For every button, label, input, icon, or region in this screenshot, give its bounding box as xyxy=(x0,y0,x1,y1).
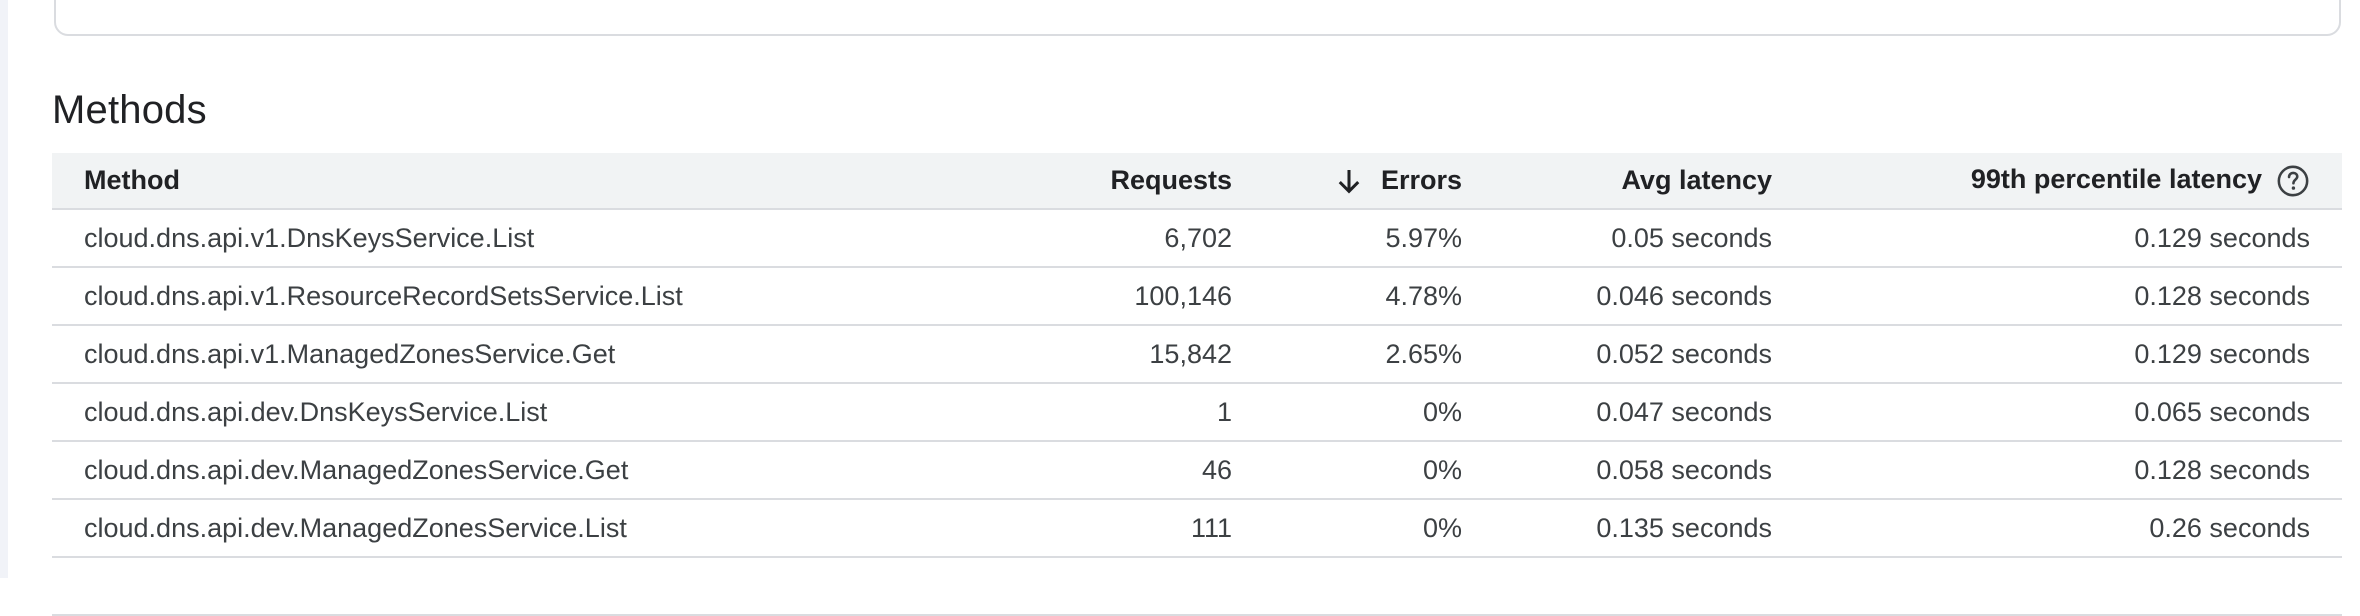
cell-avg-latency: 0.052 seconds xyxy=(1596,338,1772,369)
table-row[interactable]: cloud.dns.api.dev.ManagedZonesService.Li… xyxy=(52,499,2342,557)
cell-p99-latency: 0.129 seconds xyxy=(2134,338,2310,369)
table-header-row: Method Requests Errors Avg latency 99th … xyxy=(52,153,2342,209)
cell-p99-latency: 0.065 seconds xyxy=(2134,396,2310,427)
cell-p99-latency xyxy=(1772,557,2342,615)
cell-method: cloud.dns.api.v1.DnsKeysService.List xyxy=(84,222,535,253)
column-header-label: Method xyxy=(84,165,180,195)
cell-method: cloud.dns.api.v1.ResourceRecordSetsServi… xyxy=(84,280,683,311)
column-header-requests[interactable]: Requests xyxy=(812,153,1232,209)
cell-errors: 4.78% xyxy=(1385,280,1462,311)
left-rail xyxy=(0,0,8,578)
table-row-partial[interactable] xyxy=(52,557,2342,615)
column-header-p99-latency[interactable]: 99th percentile latency xyxy=(1772,153,2342,209)
previous-card xyxy=(54,0,2341,36)
section-title: Methods xyxy=(52,88,207,132)
arrow-down-icon xyxy=(1338,169,1360,194)
table-row[interactable]: cloud.dns.api.v1.ResourceRecordSetsServi… xyxy=(52,267,2342,325)
cell-avg-latency: 0.05 seconds xyxy=(1611,222,1772,253)
cell-avg-latency: 0.135 seconds xyxy=(1596,512,1772,543)
cell-avg-latency xyxy=(1462,557,1772,615)
cell-avg-latency: 0.047 seconds xyxy=(1596,396,1772,427)
cell-requests: 46 xyxy=(1201,454,1232,485)
cell-errors: 5.97% xyxy=(1385,222,1462,253)
cell-requests: 100,146 xyxy=(1134,280,1232,311)
table-row[interactable]: cloud.dns.api.v1.DnsKeysService.List 6,7… xyxy=(52,209,2342,267)
help-circle-icon[interactable] xyxy=(2276,164,2310,198)
cell-method: cloud.dns.api.v1.ManagedZonesService.Get xyxy=(84,338,616,369)
column-header-avg-latency[interactable]: Avg latency xyxy=(1462,153,1772,209)
cell-method: cloud.dns.api.dev.ManagedZonesService.Li… xyxy=(84,512,627,543)
cell-requests xyxy=(812,557,1232,615)
cell-method: cloud.dns.api.dev.DnsKeysService.List xyxy=(84,396,548,427)
column-header-errors[interactable]: Errors xyxy=(1232,153,1462,209)
cell-method xyxy=(52,557,812,615)
table-row[interactable]: cloud.dns.api.dev.DnsKeysService.List 1 … xyxy=(52,383,2342,441)
cell-errors: 0% xyxy=(1422,512,1462,543)
cell-requests: 15,842 xyxy=(1149,338,1232,369)
cell-p99-latency: 0.129 seconds xyxy=(2134,222,2310,253)
column-header-label: Errors xyxy=(1380,165,1462,195)
cell-requests: 1 xyxy=(1216,396,1232,427)
cell-p99-latency: 0.128 seconds xyxy=(2134,280,2310,311)
cell-errors: 2.65% xyxy=(1385,338,1462,369)
column-header-label: Requests xyxy=(1110,165,1232,195)
cell-p99-latency: 0.26 seconds xyxy=(2149,512,2310,543)
column-header-label: 99th percentile latency xyxy=(1970,163,2262,194)
cell-method: cloud.dns.api.dev.ManagedZonesService.Ge… xyxy=(84,454,629,485)
methods-table: Method Requests Errors Avg latency 99th … xyxy=(52,153,2342,616)
column-header-label: Avg latency xyxy=(1621,165,1772,195)
cell-avg-latency: 0.046 seconds xyxy=(1596,280,1772,311)
cell-errors: 0% xyxy=(1422,454,1462,485)
cell-p99-latency: 0.128 seconds xyxy=(2134,454,2310,485)
cell-requests: 6,702 xyxy=(1164,222,1232,253)
table-row[interactable]: cloud.dns.api.v1.ManagedZonesService.Get… xyxy=(52,325,2342,383)
table-row[interactable]: cloud.dns.api.dev.ManagedZonesService.Ge… xyxy=(52,441,2342,499)
column-header-method[interactable]: Method xyxy=(52,153,812,209)
cell-errors: 0% xyxy=(1422,396,1462,427)
cell-errors xyxy=(1232,557,1462,615)
cell-avg-latency: 0.058 seconds xyxy=(1596,454,1772,485)
cell-requests: 111 xyxy=(1190,512,1232,543)
